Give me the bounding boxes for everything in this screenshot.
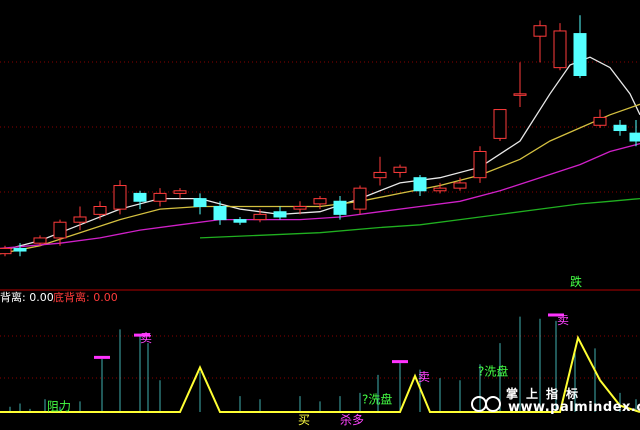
grid-layer xyxy=(0,61,640,379)
candle-body-up xyxy=(173,190,187,194)
candle-body-down xyxy=(413,177,427,192)
candle-body-up xyxy=(113,185,127,210)
sell-marker xyxy=(94,355,110,359)
candle-body-up xyxy=(313,198,327,205)
top-divergence-label: 背离: xyxy=(0,291,26,304)
bottom-divergence-readout: 底背离: 0.00 xyxy=(53,291,118,305)
candle-body-up xyxy=(253,213,267,221)
candle-body-up xyxy=(353,187,367,210)
bottom-divergence-value: 0.00 xyxy=(93,291,118,304)
candle-body-up xyxy=(0,247,12,255)
signal-label: 卖 xyxy=(557,313,569,327)
candles xyxy=(0,15,640,257)
candle-body-up xyxy=(393,166,407,173)
candle-body-up xyxy=(593,116,607,126)
signal-label: 卖 xyxy=(418,370,430,384)
signal-label: ?洗盘 xyxy=(362,391,392,406)
candle-body-up xyxy=(453,182,467,189)
watermark-url: www.palmindex.com xyxy=(508,400,640,415)
signal-markers xyxy=(94,313,564,364)
candle-body-up xyxy=(493,109,507,139)
signal-label: 杀多 xyxy=(340,412,364,427)
signal-label: 买 xyxy=(298,413,310,427)
candle-body-up xyxy=(33,237,47,244)
signal-label: 跌 xyxy=(570,274,582,289)
chart-stage: 阻力卖 ?洗盘卖 ?洗盘卖买杀多跌 背离: 0.00 底背离: 0.00 掌上指标 … xyxy=(0,0,640,430)
candle-body-down xyxy=(233,219,247,223)
candle-body-down xyxy=(333,200,347,215)
candle-body-up xyxy=(533,25,547,37)
signal-label: 阻力 xyxy=(47,400,71,414)
stock-chart: 阻力 卖 ?洗盘 卖 ?洗盘 卖买 杀多 跌 xyxy=(0,15,640,427)
ma-line-white xyxy=(0,56,640,252)
candle-body-up xyxy=(73,216,87,223)
candle-body-up xyxy=(553,30,567,69)
moving-averages xyxy=(0,56,640,255)
candle-body-up xyxy=(93,206,107,215)
candle-body-down xyxy=(133,192,147,202)
candle-body-down xyxy=(613,124,627,132)
candle-body-up xyxy=(293,206,307,210)
candle-body-down xyxy=(13,247,27,252)
candle-body-down xyxy=(273,211,287,218)
sell-marker xyxy=(392,360,408,364)
top-divergence-readout: 背离: 0.00 xyxy=(0,291,54,305)
candle-body-up xyxy=(473,150,487,179)
top-divergence-value: 0.00 xyxy=(29,291,54,304)
candle-body-up xyxy=(373,171,387,179)
candle-body-up xyxy=(513,93,527,96)
palmindex-logo-icon xyxy=(471,396,501,412)
candle-body-down xyxy=(213,206,227,221)
candle-body-down xyxy=(573,33,587,76)
signal-label: ?洗盘 xyxy=(478,364,508,379)
candle-body-down xyxy=(193,198,207,207)
candle-body-up xyxy=(433,187,447,192)
candle-body-up xyxy=(153,192,167,202)
candle-body-down xyxy=(629,132,640,142)
bottom-divergence-label: 底背离: xyxy=(53,291,90,304)
signal-label: 卖 xyxy=(140,331,152,345)
candle-body-up xyxy=(53,221,67,239)
